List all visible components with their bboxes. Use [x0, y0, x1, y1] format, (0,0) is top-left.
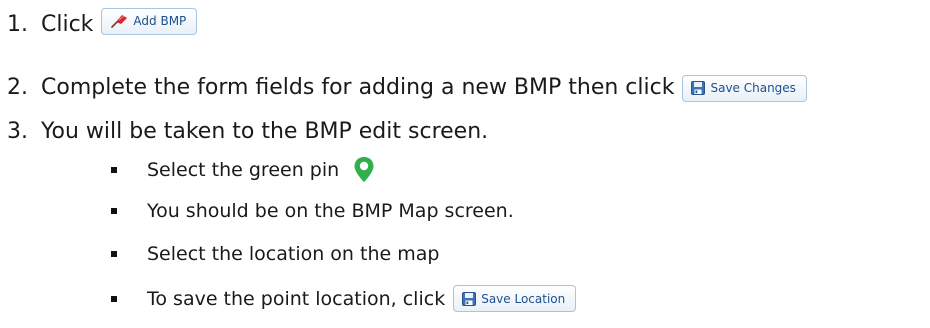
floppy-disk-icon [462, 291, 477, 306]
step-text: Click [41, 12, 94, 37]
bullet [111, 251, 117, 257]
step-number: 2. [7, 75, 28, 100]
map-pin-icon[interactable] [353, 156, 375, 183]
substep-save-location: To save the point location, click Save L… [111, 285, 577, 312]
substep-text: To save the point location, click [147, 287, 446, 310]
bullet [111, 208, 117, 214]
step-2: 2. Complete the form fields for adding a… [7, 74, 807, 102]
add-bmp-button-label: Add BMP [133, 14, 187, 28]
substep-text: Select the location on the map [147, 243, 440, 265]
step-1: 1. Click Add BMP [7, 7, 198, 39]
substep-select-location: Select the location on the map [111, 242, 439, 266]
substep-select-pin: Select the green pin [111, 156, 375, 183]
step-number: 1. [7, 12, 28, 37]
save-location-button-label: Save Location [481, 291, 566, 306]
step-number: 3. [7, 119, 28, 144]
step-3: 3. You will be taken to the BMP edit scr… [7, 118, 488, 146]
save-changes-button-label: Save Changes [710, 81, 796, 95]
step-text: You will be taken to the BMP edit screen… [41, 119, 489, 144]
save-location-button[interactable]: Save Location [453, 285, 577, 312]
substep-text: You should be on the BMP Map screen. [147, 200, 514, 222]
add-bmp-button[interactable]: Add BMP [101, 7, 198, 35]
substep-text: Select the green pin [147, 158, 340, 181]
bullet [111, 295, 117, 302]
bullet [111, 166, 117, 173]
floppy-disk-icon [691, 81, 706, 95]
instructions-document: 1. Click Add BMP 2. Complete the form fi… [0, 0, 930, 328]
save-changes-button[interactable]: Save Changes [682, 74, 807, 102]
step-text: Complete the form fields for adding a ne… [41, 75, 675, 100]
substep-map-screen: You should be on the BMP Map screen. [111, 199, 514, 223]
pushpin-icon [110, 14, 128, 28]
